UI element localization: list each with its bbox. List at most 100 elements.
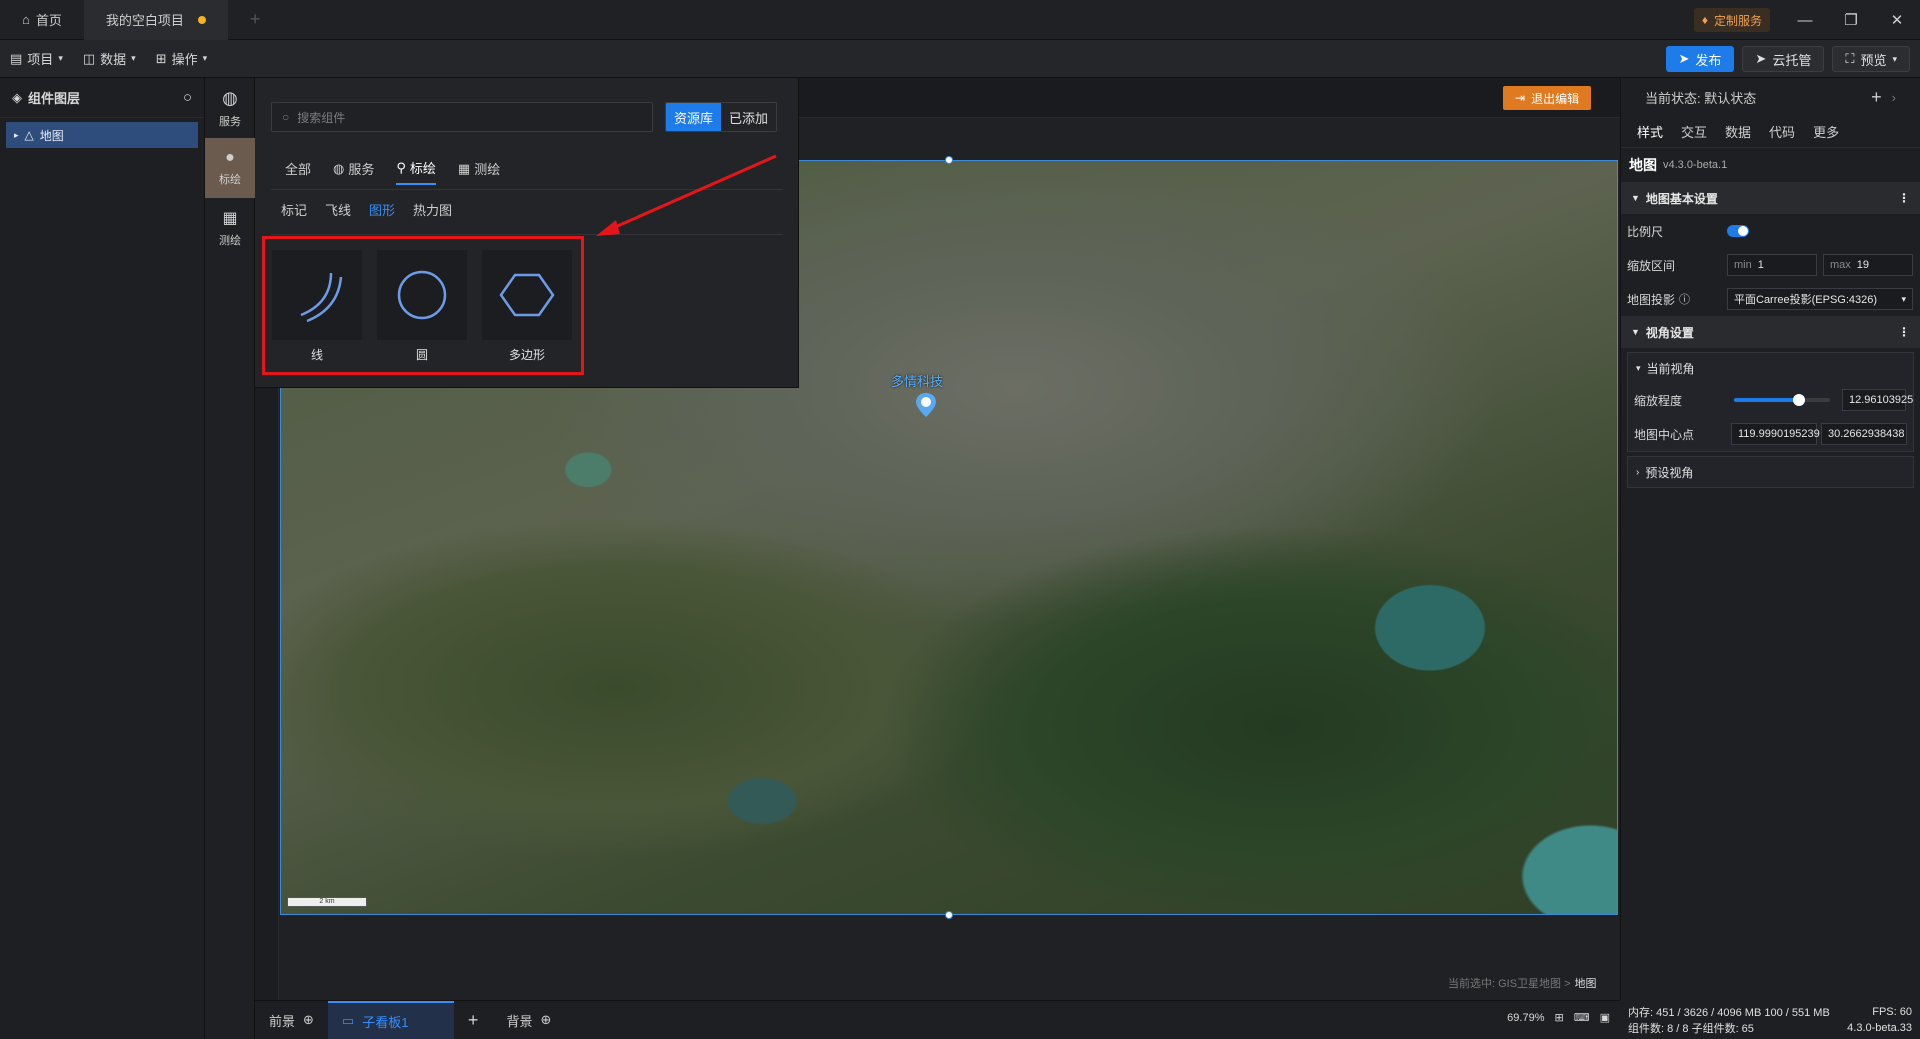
layer-item[interactable]: ▸ △ 地图 <box>6 122 198 148</box>
scale-toggle[interactable] <box>1727 225 1749 237</box>
grid-icon: ⊞ <box>155 50 167 66</box>
group-current-view: ▾ 当前视角 缩放程度 12.96103925 地图中心点 119.999019… <box>1627 352 1914 452</box>
projection-label-wrap: 地图投影 ⓘ <box>1627 291 1727 308</box>
menu-project[interactable]: ▤ 项目 ▾ <box>0 49 73 68</box>
center-lng: 119.9990195239 <box>1738 428 1820 440</box>
search-input[interactable]: ○ 搜索组件 <box>271 102 653 132</box>
tab-all[interactable]: 全部 <box>285 159 311 184</box>
terminal-icon[interactable]: ▣ <box>1600 1011 1610 1024</box>
rail-item-label: 服务 <box>219 115 241 128</box>
layer-item-label: 地图 <box>39 128 64 143</box>
fps-status: FPS: 60 <box>1872 1006 1912 1018</box>
more-vertical-icon[interactable]: ⋮ <box>1898 325 1910 339</box>
min-zoom-field[interactable]: min 1 <box>1727 254 1817 276</box>
tab-data[interactable]: 数据 <box>1725 116 1751 148</box>
add-circle-icon[interactable]: ⊕ <box>540 1012 551 1028</box>
close-icon[interactable]: ✕ <box>1874 0 1920 40</box>
resource-library-button[interactable]: 资源库 <box>666 103 722 131</box>
subtab-shape[interactable]: 图形 <box>369 200 395 219</box>
minimize-icon[interactable]: — <box>1782 0 1828 40</box>
resize-handle-bottom[interactable] <box>945 911 953 919</box>
tab-foreground[interactable]: 前景 ⊕ <box>255 1001 328 1039</box>
toolbar: ▤ 项目 ▾ ◫ 数据 ▾ ⊞ 操作 ▾ ➤ 发布 ➤ 云托管 ⛶ 预览 ▾ <box>0 40 1920 78</box>
cloud-host-button[interactable]: ➤ 云托管 <box>1742 46 1825 72</box>
tab-service-label: 服务 <box>348 162 375 177</box>
projection-value: 平面Carree投影(EPSG:4326) <box>1734 294 1878 306</box>
added-button[interactable]: 已添加 <box>721 103 776 131</box>
subtab-flyline[interactable]: 飞线 <box>325 200 351 219</box>
preview-button[interactable]: ⛶ 预览 ▾ <box>1832 46 1910 72</box>
rail-item-plot[interactable]: ● 标绘 <box>205 138 255 198</box>
subtab-marker[interactable]: 标记 <box>281 200 307 219</box>
chevron-right-icon[interactable]: › <box>1892 90 1896 105</box>
add-board-button[interactable]: + <box>454 1001 493 1039</box>
tab-project[interactable]: 我的空白项目 <box>83 0 228 40</box>
chevron-down-icon: ▾ <box>202 53 208 63</box>
row-center: 地图中心点 119.9990195239 30.2662938438 <box>1628 417 1913 451</box>
max-zoom-field[interactable]: max 19 <box>1823 254 1913 276</box>
center-label: 地图中心点 <box>1634 427 1695 442</box>
center-lat-field[interactable]: 30.2662938438 <box>1821 423 1907 445</box>
zoom-level[interactable]: 69.79% <box>1507 1012 1544 1024</box>
zoom-slider-knob[interactable] <box>1793 394 1806 406</box>
publish-label: 发布 <box>1695 52 1722 68</box>
custom-service-button[interactable]: ♦ 定制服务 <box>1693 8 1770 32</box>
tab-foreground-label: 前景 <box>269 1013 296 1029</box>
row-zoom-level: 缩放程度 12.96103925 <box>1628 383 1913 417</box>
selection-path-leaf[interactable]: 地图 <box>1575 975 1597 991</box>
current-view-title: 当前视角 <box>1646 361 1695 376</box>
tab-more[interactable]: 更多 <box>1813 116 1839 148</box>
menu-operate[interactable]: ⊞ 操作 ▾ <box>146 49 217 68</box>
window-controls: — ❐ ✕ <box>1782 0 1920 40</box>
keyboard-icon[interactable]: ⌨ <box>1574 1011 1590 1024</box>
restore-icon[interactable]: ❐ <box>1828 0 1874 40</box>
zoom-slider[interactable] <box>1734 394 1830 406</box>
more-vertical-icon[interactable]: ⋮ <box>1898 191 1910 205</box>
add-icon[interactable]: + <box>1871 87 1882 108</box>
component-count: 组件数: 8 / 8 子组件数: 65 <box>1628 1023 1754 1035</box>
search-icon: ○ <box>282 110 290 124</box>
section-basic-title: 地图基本设置 <box>1645 191 1718 206</box>
map-marker-icon[interactable] <box>912 391 940 419</box>
fit-icon[interactable]: ⊞ <box>1554 1011 1563 1024</box>
rail-item-survey[interactable]: ▦ 测绘 <box>205 198 255 258</box>
current-state[interactable]: 当前状态: 默认状态 <box>1645 88 1756 107</box>
tab-home[interactable]: ⌂ 首页 <box>0 0 84 40</box>
subtab-heatmap[interactable]: 热力图 <box>413 200 452 219</box>
resize-handle-top[interactable] <box>945 156 953 164</box>
exit-edit-label: 退出编辑 <box>1531 91 1580 106</box>
tab-plot[interactable]: ⚲ 标绘 <box>396 158 436 185</box>
section-view[interactable]: ▼ 视角设置 ⋮ <box>1621 316 1920 348</box>
preview-label: 预览 <box>1860 52 1887 68</box>
rail-item-service[interactable]: ◍ 服务 <box>205 78 255 138</box>
selection-path-prefix: 当前选中: GIS卫星地图 > <box>1448 978 1571 990</box>
exit-edit-button[interactable]: ⇥ 退出编辑 <box>1503 86 1592 110</box>
center-lng-field[interactable]: 119.9990195239 <box>1731 423 1820 445</box>
rail-item-label: 标绘 <box>219 174 241 186</box>
preset-view-head[interactable]: › 预设视角 <box>1628 457 1913 487</box>
search-icon[interactable]: ○ <box>183 89 192 106</box>
tab-code[interactable]: 代码 <box>1769 116 1795 148</box>
new-tab-button[interactable]: + <box>228 0 283 40</box>
menu-data[interactable]: ◫ 数据 ▾ <box>73 49 146 68</box>
current-view-head[interactable]: ▾ 当前视角 <box>1628 353 1913 383</box>
projection-select[interactable]: 平面Carree投影(EPSG:4326) ▾ <box>1727 288 1913 310</box>
tab-home-label: 首页 <box>35 13 62 28</box>
tab-service[interactable]: ◍ 服务 <box>333 159 374 184</box>
cloud-host-label: 云托管 <box>1772 52 1812 68</box>
tab-subboard[interactable]: ▭ 子看板1 <box>327 1000 454 1039</box>
publish-button[interactable]: ➤ 发布 <box>1665 46 1735 72</box>
tab-survey[interactable]: ▦ 测绘 <box>458 159 500 184</box>
max-prefix: max <box>1830 259 1851 271</box>
source-toggle: 资源库 已添加 <box>665 102 778 132</box>
zoom-value-field[interactable]: 12.96103925 <box>1842 389 1913 411</box>
tab-background[interactable]: 背景 ⊕ <box>492 1001 565 1039</box>
help-icon[interactable]: ⓘ <box>1679 291 1690 307</box>
tab-background-label: 背景 <box>506 1013 533 1029</box>
center-lat: 30.2662938438 <box>1828 428 1905 440</box>
add-circle-icon[interactable]: ⊕ <box>303 1012 314 1028</box>
tab-subboard-label: 子看板1 <box>362 1014 409 1030</box>
section-basic[interactable]: ▼ 地图基本设置 ⋮ <box>1621 182 1920 214</box>
tab-style[interactable]: 样式 <box>1637 116 1663 148</box>
tab-interaction[interactable]: 交互 <box>1681 116 1707 148</box>
